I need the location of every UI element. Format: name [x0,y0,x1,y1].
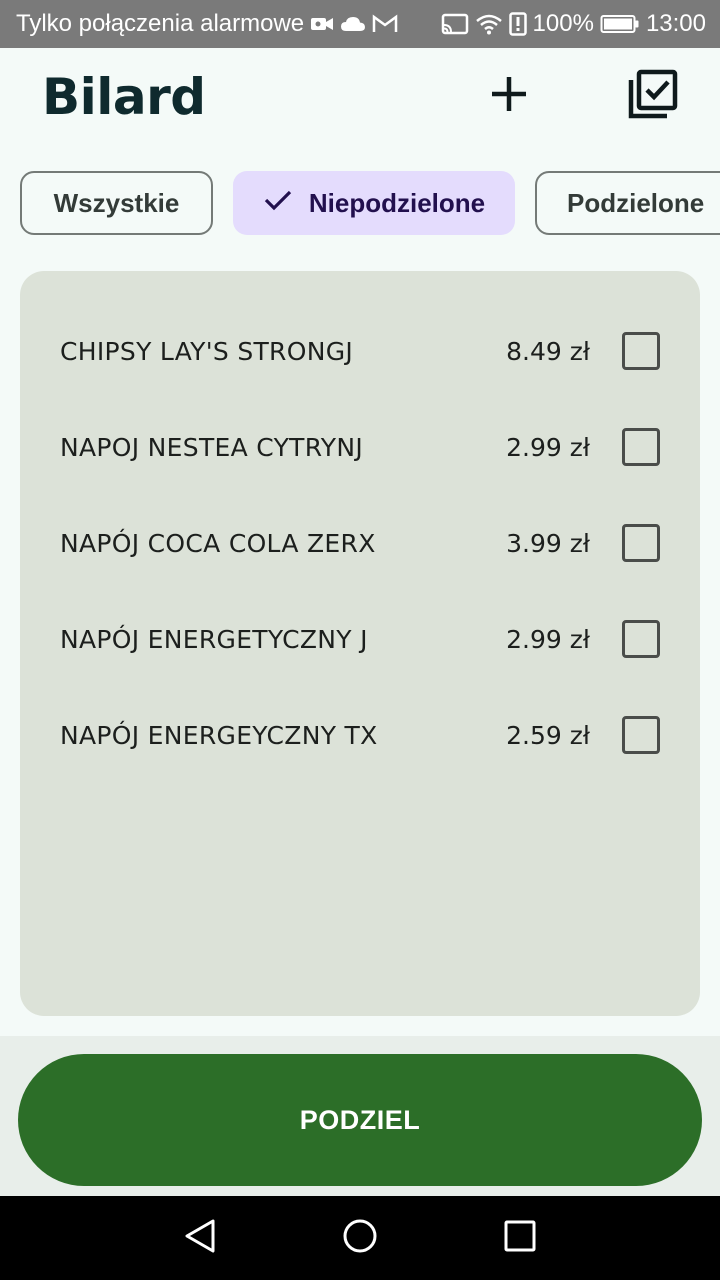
item-price: 3.99 zł [506,528,590,558]
recents-icon [503,1219,537,1257]
battery-percentage: 100% [532,10,594,37]
filter-chips: Wszystkie Niepodzielone Podzielone [20,171,720,235]
battery-icon [600,14,640,34]
filter-chip-all[interactable]: Wszystkie [20,171,213,235]
item-name: CHIPSY LAY'S STRONGJ [60,336,354,366]
item-checkbox[interactable] [622,716,660,754]
page-title: Bilard [42,68,206,126]
list-item: NAPÓJ COCA COLA ZERX 3.99 zł [20,513,700,573]
split-button[interactable]: PODZIEL [18,1054,702,1186]
item-checkbox[interactable] [622,332,660,370]
filter-chip-label: Podzielone [567,187,705,218]
carrier-text: Tylko połączenia alarmowe [16,10,305,37]
list-item: NAPÓJ ENERGETYCZNY J 2.99 zł [20,609,700,669]
clock: 13:00 [645,10,706,37]
select-all-icon [627,68,679,124]
item-price: 8.49 zł [506,336,590,366]
filter-chip-undivided[interactable]: Niepodzielone [233,171,515,235]
wifi-icon [475,13,503,35]
item-price: 2.99 zł [506,624,590,654]
navigation-bar [0,1196,720,1280]
bottom-action-area: PODZIEL [0,1036,720,1196]
item-name: NAPÓJ COCA COLA ZERX [60,528,376,558]
item-checkbox[interactable] [622,428,660,466]
list-item: CHIPSY LAY'S STRONGJ 8.49 zł [20,321,700,381]
gmail-icon [372,14,398,34]
item-name: NAPÓJ ENERGETYCZNY J [60,624,368,654]
checkmark-icon [263,188,293,219]
back-button[interactable] [178,1216,222,1260]
select-all-button[interactable] [621,64,685,128]
back-icon [183,1218,217,1258]
list-item: NAPOJ NESTEA CYTRYNJ 2.99 zł [20,417,700,477]
item-price: 2.99 zł [506,432,590,462]
item-checkbox[interactable] [622,524,660,562]
cast-icon [441,13,469,35]
app-bar: Bilard [0,48,720,152]
split-button-label: PODZIEL [299,1104,421,1135]
item-checkbox[interactable] [622,620,660,658]
list-item: NAPÓJ ENERGEYCZNY TX 2.59 zł [20,705,700,765]
add-icon [489,74,529,118]
filter-chip-label: Wszystkie [53,187,180,218]
filter-chip-divided[interactable]: Podzielone [535,171,720,235]
cloud-icon [340,15,366,33]
video-icon [310,15,334,33]
item-name: NAPOJ NESTEA CYTRYNJ [60,432,364,462]
status-bar: Tylko połączenia alarmowe 100% 13:00 [0,0,720,48]
alert-icon [508,12,527,36]
home-icon [342,1218,378,1258]
items-list: CHIPSY LAY'S STRONGJ 8.49 zł NAPOJ NESTE… [20,271,700,1016]
home-button[interactable] [338,1216,382,1260]
recents-button[interactable] [498,1216,542,1260]
item-price: 2.59 zł [506,720,590,750]
add-button[interactable] [477,64,541,128]
item-name: NAPÓJ ENERGEYCZNY TX [60,720,378,750]
filter-chip-label: Niepodzielone [308,187,486,218]
